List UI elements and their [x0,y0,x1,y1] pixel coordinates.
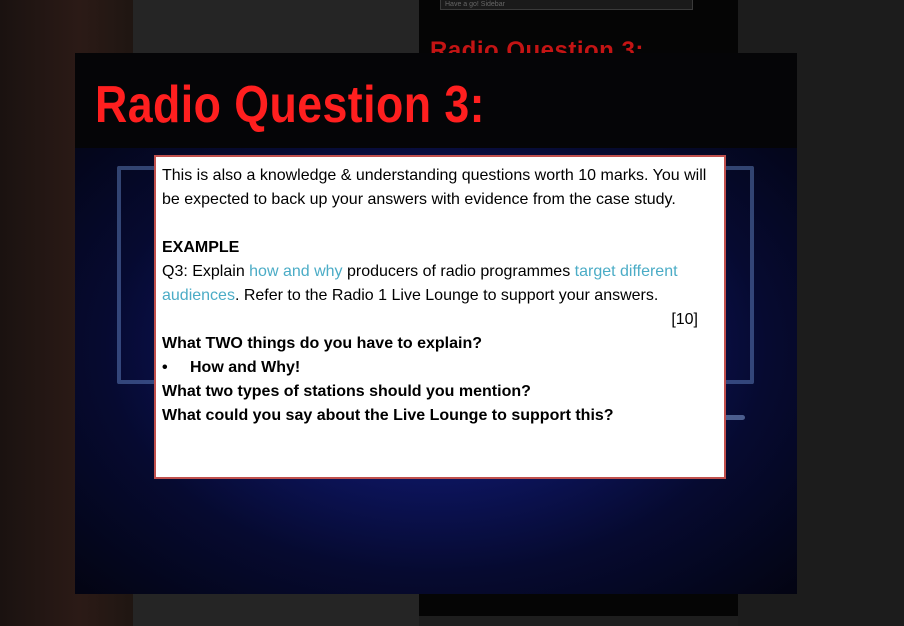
question-suffix: . Refer to the Radio 1 Live Lounge to su… [234,287,659,304]
prompt-station-types: What two types of stations should you me… [162,383,531,400]
background-input[interactable]: Have a go! Sidebar [440,0,693,10]
question-text-box: This is also a knowledge & understanding… [154,155,726,479]
question-middle: producers of radio programmes [342,263,575,280]
bullet-text: How and Why! [190,359,301,376]
main-slide: Radio Question 3: This is also a knowled… [75,53,797,594]
intro-text: This is also a knowledge & understanding… [162,167,707,208]
example-heading: EXAMPLE [162,239,240,256]
highlight-how-and-why: how and why [249,263,343,280]
slide-title: Radio Question 3: [95,76,485,134]
prompt-live-lounge: What could you say about the Live Lounge… [162,407,614,424]
question-prefix: Q3: Explain [162,263,250,280]
bullet-item: • How and Why! [162,356,724,380]
prompt-two-things: What TWO things do you have to explain? [162,335,482,352]
question-text: Q3: Explain how and why producers of rad… [162,260,724,308]
bullet-symbol: • [162,359,168,376]
marks-label: [10] [671,311,698,328]
